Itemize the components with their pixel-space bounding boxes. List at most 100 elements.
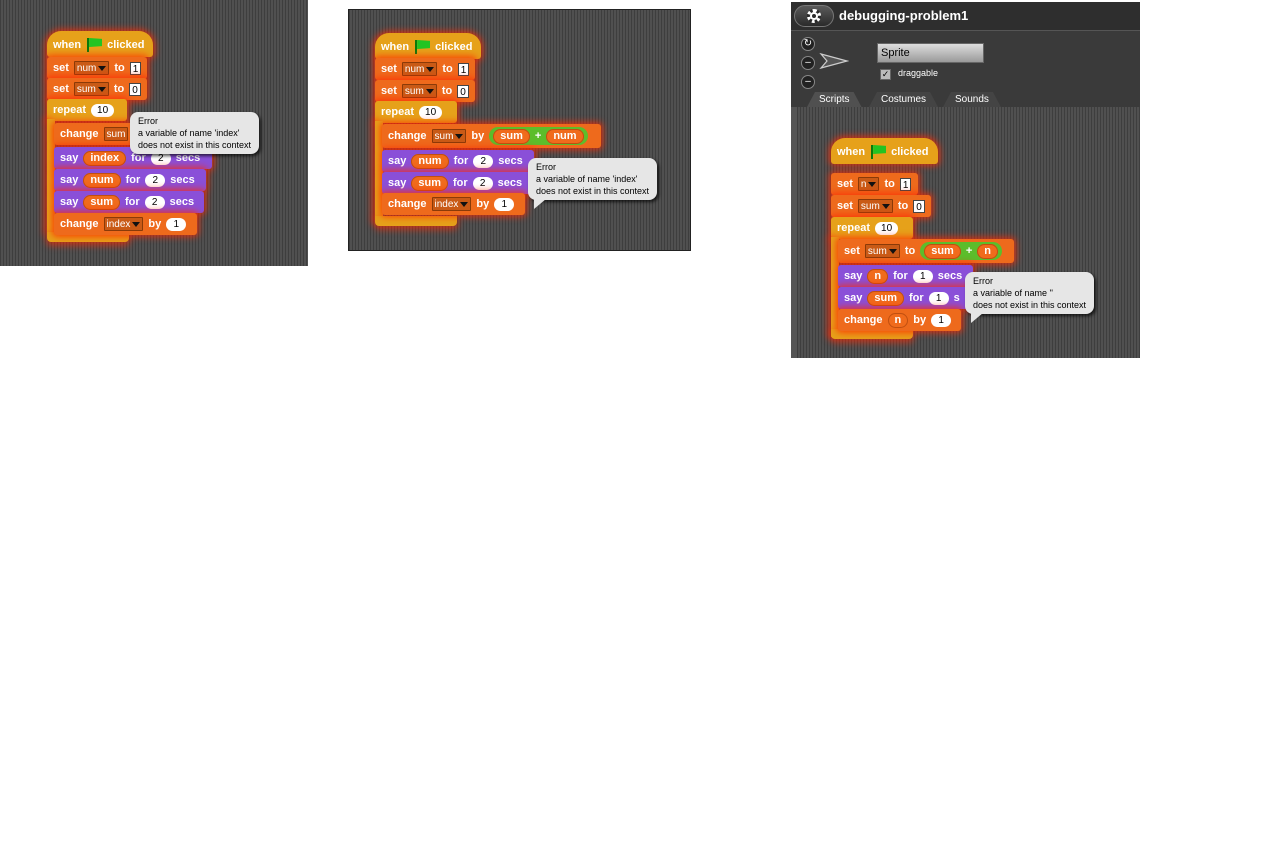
value-input[interactable]: 1 — [129, 61, 141, 75]
variable-dropdown[interactable]: num — [73, 61, 110, 75]
variable-dropdown[interactable]: sum — [431, 129, 467, 143]
value-input[interactable]: 1 — [899, 177, 912, 191]
value-input[interactable]: 0 — [129, 82, 141, 96]
plus-label: + — [965, 245, 973, 257]
repeat-block[interactable]: repeat 10 — [831, 217, 913, 239]
secs-label: secs — [498, 155, 523, 167]
when-flag-clicked-block[interactable]: when clicked — [831, 138, 938, 164]
hat-when-label: when — [53, 39, 82, 51]
say-sum-block[interactable]: say sum for 2 secs — [54, 191, 204, 213]
value-input[interactable]: 1 — [494, 197, 515, 211]
variable-dropdown[interactable]: index — [103, 217, 144, 231]
repeat-count-input[interactable]: 10 — [419, 105, 443, 119]
tab-sounds[interactable]: Sounds — [943, 92, 1001, 107]
addition-operator-block[interactable]: sum + n — [920, 242, 1002, 260]
set-label: set — [381, 85, 397, 97]
for-label: for — [125, 174, 141, 186]
variable-reporter[interactable]: num — [411, 153, 449, 169]
variable-reporter[interactable]: num — [546, 128, 584, 144]
variable-reporter[interactable]: num — [83, 172, 121, 188]
say-num-block[interactable]: say num for 2 secs — [382, 150, 534, 172]
set-n-block[interactable]: set n to 1 — [831, 173, 918, 195]
variable-reporter[interactable]: n — [887, 312, 909, 328]
secs-input[interactable]: 2 — [473, 154, 494, 168]
secs-input[interactable]: 2 — [144, 195, 165, 209]
variable-reporter[interactable]: sum — [411, 175, 448, 191]
variable-reporter[interactable]: sum — [924, 243, 961, 259]
to-label: to — [114, 62, 125, 74]
value-input[interactable]: 0 — [457, 84, 469, 98]
chevron-down-icon — [425, 88, 434, 94]
say-sum-block[interactable]: say sum for 2 secs — [382, 172, 532, 194]
when-flag-clicked-block[interactable]: when clicked — [47, 31, 153, 57]
set-num-block[interactable]: set num to 1 — [47, 57, 147, 79]
change-sum-block[interactable]: change sum by sum + num — [382, 124, 601, 148]
secs-label: s — [953, 292, 960, 304]
rotate-icon[interactable]: ↻ — [801, 37, 815, 51]
variable-reporter[interactable]: sum — [83, 194, 120, 210]
set-num-block[interactable]: set num to 1 — [375, 58, 475, 80]
by-label: by — [148, 218, 162, 230]
sprite-title-bar: debugging-problem1 — [791, 2, 1140, 31]
variable-reporter[interactable]: n — [977, 243, 998, 259]
set-sum-block[interactable]: set sum to 0 — [831, 195, 931, 217]
change-n-block[interactable]: change n by 1 — [838, 309, 961, 331]
repeat-block[interactable]: repeat 10 — [47, 99, 127, 121]
variable-reporter[interactable]: n — [867, 268, 889, 284]
value-input[interactable]: 0 — [913, 199, 925, 213]
secs-input[interactable]: 1 — [928, 291, 949, 305]
sprite-name-input[interactable] — [877, 43, 984, 63]
dropdown-value: n — [860, 178, 867, 190]
secs-input[interactable]: 2 — [472, 176, 493, 190]
say-label: say — [388, 155, 407, 167]
tab-scripts[interactable]: Scripts — [807, 92, 862, 107]
variable-reporter[interactable]: index — [83, 150, 127, 166]
variable-dropdown[interactable]: sum — [73, 82, 109, 96]
variable-dropdown[interactable]: n — [857, 177, 880, 191]
addition-operator-block[interactable]: sum + num — [489, 127, 588, 145]
tab-costumes[interactable]: Costumes — [869, 92, 938, 107]
change-index-block[interactable]: change index by 1 — [382, 193, 525, 215]
repeat-block[interactable]: repeat 10 — [375, 101, 457, 123]
say-n-block[interactable]: say n for 1 secs — [838, 265, 973, 287]
dropdown-value: num — [76, 62, 97, 74]
variable-dropdown[interactable]: sum — [857, 199, 893, 213]
secs-input[interactable]: 2 — [145, 173, 166, 187]
variable-reporter[interactable]: sum — [867, 290, 904, 306]
minus-icon[interactable]: – — [801, 75, 815, 89]
set-sum-expr-block[interactable]: set sum to sum + n — [838, 239, 1014, 263]
variable-dropdown[interactable]: num — [401, 62, 438, 76]
to-label: to — [904, 245, 916, 257]
change-label: change — [388, 198, 427, 210]
variable-reporter[interactable]: sum — [493, 128, 530, 144]
set-sum-block[interactable]: set sum to 0 — [375, 80, 475, 102]
error-line: does not exist in this context — [536, 186, 650, 196]
value-input[interactable]: 1 — [931, 313, 952, 327]
repeat-c-foot — [375, 216, 457, 226]
to-label: to — [441, 85, 453, 97]
change-label: change — [844, 314, 883, 326]
say-sum-block[interactable]: say sum for 1 s — [838, 287, 973, 309]
variable-dropdown[interactable]: sum — [103, 127, 129, 141]
settings-button[interactable] — [794, 5, 834, 27]
variable-dropdown[interactable]: index — [431, 197, 472, 211]
secs-input[interactable]: 1 — [912, 269, 933, 283]
when-flag-clicked-block[interactable]: when clicked — [375, 33, 481, 59]
green-flag-icon — [86, 38, 103, 52]
set-sum-block[interactable]: set sum to 0 — [47, 78, 147, 100]
value-input[interactable]: 1 — [457, 62, 469, 76]
secs-label: secs — [170, 174, 195, 186]
repeat-count-input[interactable]: 10 — [875, 221, 899, 235]
draggable-checkbox[interactable]: ✓ — [880, 69, 891, 80]
script-panel-2: when clicked set num to 1 set sum to 0 r… — [348, 9, 691, 251]
for-label: for — [893, 270, 908, 282]
arrow-sprite-icon — [819, 52, 849, 70]
minus-icon[interactable]: – — [801, 56, 815, 70]
change-index-block[interactable]: change index by 1 — [54, 213, 197, 235]
value-input[interactable]: 1 — [166, 217, 187, 231]
repeat-count-input[interactable]: 10 — [91, 103, 115, 117]
variable-dropdown[interactable]: sum — [864, 244, 900, 258]
say-num-block[interactable]: say num for 2 secs — [54, 169, 206, 191]
change-sum-block[interactable]: change sum — [54, 123, 134, 145]
variable-dropdown[interactable]: sum — [401, 84, 437, 98]
